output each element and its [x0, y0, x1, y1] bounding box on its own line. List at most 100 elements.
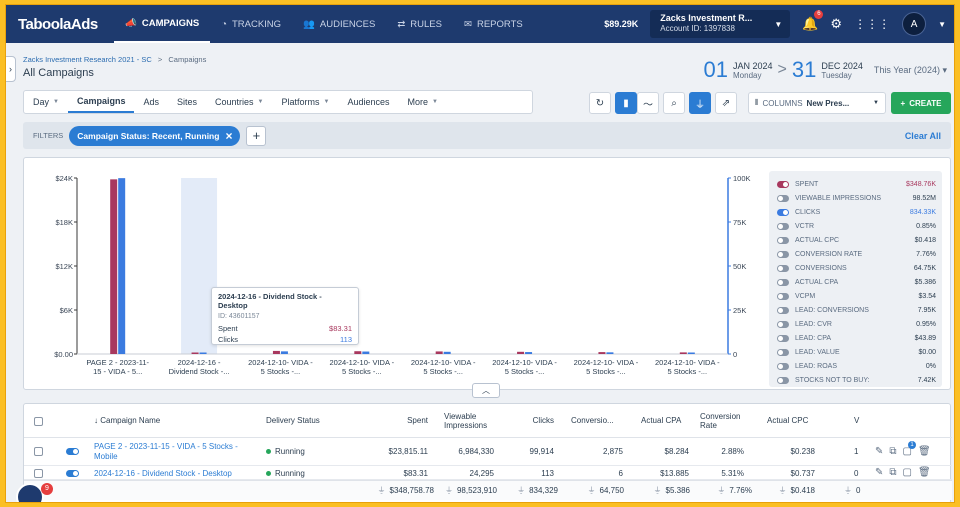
chat-widget-button[interactable]: [16, 483, 44, 502]
funnel-icon[interactable]: ⏚: [378, 486, 386, 496]
funnel-icon[interactable]: ⏚: [445, 486, 453, 496]
metric-toggle[interactable]: [777, 208, 789, 216]
funnel-icon[interactable]: ⏚: [588, 486, 596, 496]
search-button[interactable]: ⌕: [663, 92, 685, 114]
col-clicks[interactable]: Clicks: [514, 404, 554, 438]
col-campaign-name[interactable]: ↓ Campaign Name: [94, 404, 254, 438]
table-row[interactable]: 2024-12-16 - Dividend Stock - Desktop Ru…: [24, 466, 952, 480]
metric-toggle-row[interactable]: ACTUAL CPA $5.386: [777, 275, 936, 289]
select-all-checkbox[interactable]: [34, 404, 43, 438]
metric-toggle[interactable]: [777, 376, 789, 384]
tab-campaigns[interactable]: Campaigns: [67, 91, 135, 113]
col-conversions[interactable]: Conversio...: [571, 404, 631, 438]
metric-toggle[interactable]: [777, 278, 789, 286]
metric-toggle[interactable]: [777, 194, 789, 202]
refresh-button[interactable]: ↻: [589, 92, 611, 114]
col-conversion-rate[interactable]: Conversion Rate: [700, 404, 752, 438]
metric-toggle-row[interactable]: LEAD: CPA $43.89: [777, 331, 936, 345]
nav-reports[interactable]: ✉ REPORTS: [453, 5, 534, 43]
period-selector[interactable]: This Year (2024) ▾: [874, 65, 947, 76]
col-actual-cpa[interactable]: Actual CPA: [641, 404, 696, 438]
taboola-logo[interactable]: TaboolaAds: [18, 16, 114, 33]
funnel-icon[interactable]: ⏚: [844, 486, 852, 496]
funnel-icon[interactable]: ⏚: [779, 486, 787, 496]
funnel-icon[interactable]: ⏚: [654, 486, 662, 496]
date-range-picker[interactable]: 01 JAN 2024 Monday > 31 DEC 2024 Tuesday…: [704, 57, 947, 83]
funnel-icon[interactable]: ⏚: [517, 486, 525, 496]
bell-icon[interactable]: 🔔 6: [802, 10, 824, 32]
filter-chip-campaign-status[interactable]: Campaign Status: Recent, Running ×: [69, 125, 241, 146]
line-chart-button[interactable]: 〜: [637, 92, 659, 114]
avatar-caret-icon[interactable]: ▼: [938, 20, 946, 29]
metric-toggle[interactable]: [777, 222, 789, 230]
nav-campaigns[interactable]: 📣 CAMPAIGNS: [114, 5, 211, 43]
metric-toggle[interactable]: [777, 362, 789, 370]
nav-tracking[interactable]: ◔ TRACKING: [210, 5, 292, 43]
tab-day[interactable]: Day ▼: [24, 91, 68, 113]
col-spent[interactable]: Spent: [376, 404, 428, 438]
notes-icon[interactable]: ▢ 1: [903, 440, 916, 458]
gear-icon[interactable]: ⚙: [830, 16, 842, 32]
trash-icon[interactable]: 🗑: [918, 467, 931, 479]
tab-platforms[interactable]: Platforms ▼: [273, 91, 339, 113]
metric-toggle[interactable]: [777, 250, 789, 258]
bar-chart-button[interactable]: ▮: [615, 92, 637, 114]
col-delivery-status[interactable]: Delivery Status: [266, 404, 366, 438]
duplicate-icon[interactable]: ⧉: [889, 467, 896, 479]
metric-toggle-row[interactable]: CLICKS 834.33K: [777, 205, 936, 219]
campaign-name-link[interactable]: 2024-12-16 - Dividend Stock - Desktop: [94, 466, 232, 479]
nav-rules[interactable]: ⇄ RULES: [386, 5, 453, 43]
row-status-toggle[interactable]: [66, 438, 79, 465]
tab-more[interactable]: More ▼: [399, 91, 447, 113]
col-more[interactable]: V: [854, 404, 864, 438]
tab-ads[interactable]: Ads: [134, 91, 168, 113]
metric-toggle-row[interactable]: CONVERSIONS 64.75K: [777, 261, 936, 275]
metric-toggle[interactable]: [777, 236, 789, 244]
col-actual-cpc[interactable]: Actual CPC: [767, 404, 817, 438]
metric-toggle[interactable]: [777, 306, 789, 314]
metric-toggle[interactable]: [777, 348, 789, 356]
metric-toggle[interactable]: [777, 180, 789, 188]
row-checkbox[interactable]: [34, 438, 43, 465]
notes-icon[interactable]: ▢: [903, 467, 912, 479]
metric-toggle-row[interactable]: CONVERSION RATE 7.76%: [777, 247, 936, 261]
metric-toggle[interactable]: [777, 264, 789, 272]
filter-button[interactable]: ⏚: [689, 92, 711, 114]
checkbox[interactable]: [34, 416, 43, 426]
toggle[interactable]: [66, 470, 79, 477]
table-row[interactable]: PAGE 2 - 2023-11-15 - VIDA - 5 Stocks - …: [24, 438, 952, 466]
metric-toggle-row[interactable]: LEAD: ROAS 0%: [777, 359, 936, 373]
edit-icon[interactable]: ✎: [875, 446, 883, 458]
col-viewable-impressions[interactable]: Viewable Impressions: [444, 404, 504, 438]
edit-icon[interactable]: ✎: [875, 467, 883, 479]
export-button[interactable]: ⇗: [715, 92, 737, 114]
tab-audiences[interactable]: Audiences: [338, 91, 398, 113]
duplicate-icon[interactable]: ⧉: [889, 446, 896, 458]
row-status-toggle[interactable]: [66, 466, 79, 479]
metric-toggle-row[interactable]: LEAD: CVR 0.95%: [777, 317, 936, 331]
metric-toggle[interactable]: [777, 334, 789, 342]
metric-toggle-row[interactable]: LEAD: CONVERSIONS 7.95K: [777, 303, 936, 317]
trash-icon[interactable]: 🗑: [918, 446, 931, 458]
collapse-chart-button[interactable]: ︿: [472, 383, 500, 398]
sidebar-expand-button[interactable]: ›: [6, 56, 16, 82]
tab-countries[interactable]: Countries ▼: [206, 91, 272, 113]
breadcrumb-account-link[interactable]: Zacks Investment Research 2021 - SC: [23, 55, 152, 64]
toggle[interactable]: [66, 448, 79, 455]
create-button[interactable]: + CREATE: [891, 92, 951, 114]
account-selector[interactable]: Zacks Investment R... Account ID: 139783…: [650, 10, 791, 38]
row-checkbox[interactable]: [34, 466, 43, 479]
metric-toggle-row[interactable]: LEAD: VALUE $0.00: [777, 345, 936, 359]
apps-grid-icon[interactable]: ⋮⋮⋮: [854, 17, 890, 31]
campaign-name-link[interactable]: PAGE 2 - 2023-11-15 - VIDA - 5 Stocks - …: [94, 438, 254, 465]
funnel-icon[interactable]: ⏚: [717, 486, 725, 496]
metric-toggle[interactable]: [777, 292, 789, 300]
nav-audiences[interactable]: 👥 AUDIENCES: [292, 5, 386, 43]
metric-toggle-row[interactable]: ACTUAL CPC $0.418: [777, 233, 936, 247]
metric-toggle-row[interactable]: VIEWABLE IMPRESSIONS 98.52M: [777, 191, 936, 205]
clear-all-link[interactable]: Clear All: [905, 131, 941, 141]
metric-toggle[interactable]: [777, 320, 789, 328]
close-icon[interactable]: ×: [225, 129, 232, 143]
metric-toggle-row[interactable]: VCTR 0.85%: [777, 219, 936, 233]
tab-sites[interactable]: Sites: [168, 91, 206, 113]
